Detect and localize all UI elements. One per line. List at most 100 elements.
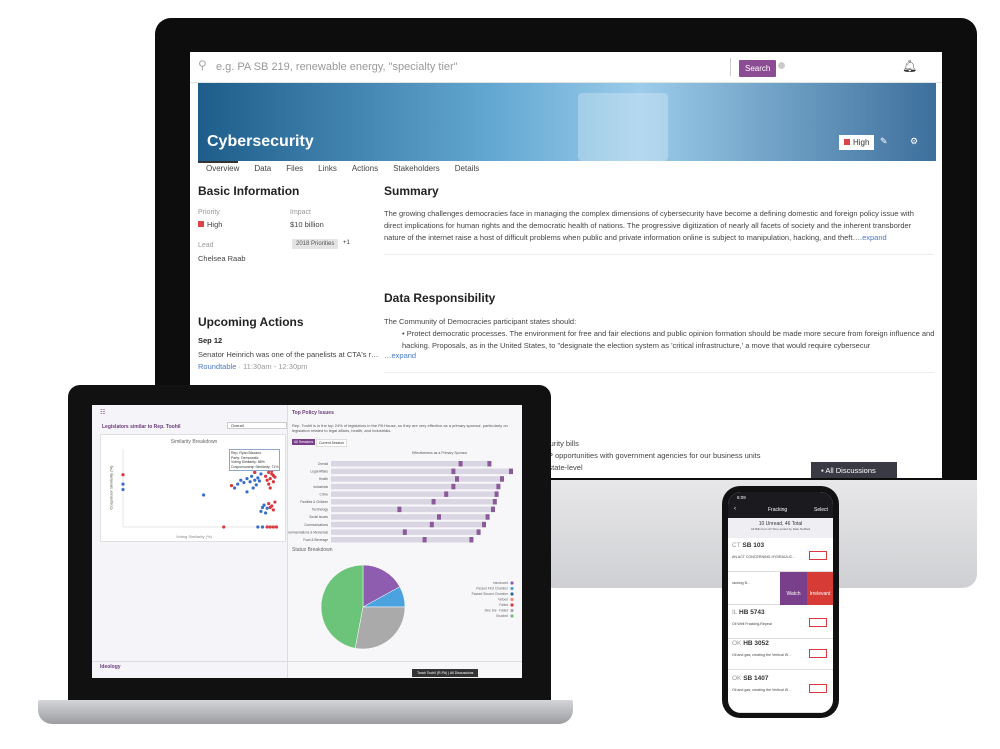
similar-title: Legislators similar to Rep. Toohil	[102, 424, 181, 430]
scatter-point	[121, 482, 125, 486]
bar-category-label: Social Issues	[309, 515, 328, 519]
bar-marker	[431, 499, 436, 505]
scatter-point	[253, 478, 257, 482]
info-icon[interactable]	[778, 62, 785, 69]
policy-text: Rep. Toohil is in the top 24% of legisla…	[292, 423, 508, 433]
bar-category-label: Industrials	[313, 485, 328, 489]
tab-current-session[interactable]: Current Session	[316, 439, 348, 447]
bar-marker	[496, 483, 501, 490]
tab-files[interactable]: Files	[286, 164, 303, 173]
policy-title: Top Policy Issues	[292, 410, 334, 416]
scatter-point	[271, 525, 275, 529]
scatter-point	[254, 483, 258, 487]
tab-actions[interactable]: Actions	[352, 164, 378, 173]
bar	[331, 491, 497, 497]
scatter-point	[233, 486, 237, 490]
bell-icon[interactable]: 🔔︎	[902, 59, 917, 73]
scatter-point	[265, 525, 269, 529]
bar-marker	[509, 468, 513, 475]
laptop-footer-bar[interactable]: Tarah Toohil (R-PA) | All Discussions	[412, 669, 479, 677]
bar	[331, 476, 502, 482]
search-input[interactable]: e.g. PA SB 219, renewable energy, "speci…	[216, 61, 458, 73]
legend-swatch	[510, 597, 514, 602]
status-time: 6:09	[737, 495, 746, 500]
legend-label: Passed Second Chamber	[472, 592, 509, 596]
scatter-point	[268, 505, 272, 510]
bar-category-label: Legal Affairs	[311, 470, 329, 474]
bar-marker	[492, 499, 497, 505]
tab-all-sessions[interactable]: All Sessions	[292, 439, 316, 445]
bar	[331, 514, 488, 520]
scatter-point	[121, 487, 125, 492]
data-resp-intro: The Community of Democracies participant…	[384, 317, 577, 326]
scatter-point	[222, 525, 226, 529]
action-text: Senator Heinrich was one of the panelist…	[198, 350, 379, 359]
tab-data[interactable]: Data	[254, 164, 271, 173]
bar-category-label: Crime	[320, 492, 329, 496]
scatter-point	[271, 473, 275, 478]
search-icon: ⚲	[198, 58, 207, 72]
data-resp-bullet: • Protect democratic processes. The envi…	[402, 329, 935, 350]
tag-more[interactable]: +1	[343, 240, 350, 246]
tab-details[interactable]: Details	[455, 164, 479, 173]
legend-swatch	[510, 608, 514, 613]
bill-list-item[interactable]: OK SB 1407 Oil and gas; creating the Vert…	[728, 672, 833, 713]
select-button[interactable]: Select	[814, 507, 828, 513]
scatter-point	[236, 482, 240, 486]
summary-text: The growing challenges democracies face …	[384, 209, 914, 242]
scatter-point	[245, 477, 249, 481]
tab-stakeholders[interactable]: Stakeholders	[393, 164, 440, 173]
legend-swatch	[510, 581, 514, 585]
overall-select[interactable]: Overall	[227, 422, 287, 429]
chart-y-axis-label: Cosponsor Similarity (%)	[108, 465, 114, 510]
phone-screen: 6:09 ‹ Fracking Select 10 Unread, 46 Tot…	[728, 492, 833, 713]
bill-list-item[interactable]: OK HB 3052 Oil and gas; creating the Vert…	[728, 637, 833, 670]
scatter-point	[248, 480, 252, 484]
scatter-card: Similarity Breakdown Voting Similarity (…	[100, 434, 286, 542]
list-icon[interactable]: ☷	[100, 409, 105, 416]
tooltip: Rep. Ryan Bizzarro Party: Democratic Votin…	[229, 449, 281, 471]
bar-marker	[469, 537, 474, 543]
all-discussions-button[interactable]: ▪ All Discussions	[811, 462, 897, 478]
bar	[331, 483, 499, 490]
gear-icon[interactable]: ⚙	[910, 136, 918, 147]
edit-icon[interactable]: ✎	[880, 136, 888, 147]
search-bar: ⚲ e.g. PA SB 219, renewable energy, "spe…	[190, 52, 942, 83]
search-button[interactable]: Search	[739, 60, 777, 77]
back-icon[interactable]: ‹	[734, 506, 736, 512]
bar-marker	[458, 461, 463, 467]
tab-overview[interactable]: Overview	[206, 164, 239, 173]
laptop-base	[38, 700, 573, 724]
irrelevant-action[interactable]: Irrelevant	[807, 572, 833, 605]
bar-marker	[487, 461, 492, 467]
pie-slice	[354, 606, 406, 650]
expand-link[interactable]: expand	[862, 233, 887, 242]
pie-slice	[320, 564, 364, 649]
bill-list-item[interactable]: IL HB 5743 Oil Well Fracking-Repeal	[728, 606, 833, 639]
policy-bar-chart: Overall Legal Affairs Health Industrials Cri…	[288, 461, 513, 543]
bar-marker	[491, 506, 495, 513]
lead-label: Lead	[198, 242, 214, 249]
bill-list-item[interactable]: CT SB 103 AN ACT CONCERNING HYDRAULIC…	[728, 539, 833, 572]
scatter-point	[260, 525, 265, 529]
action-date: Sep 12	[198, 336, 223, 345]
scatter-point	[271, 480, 275, 484]
legend-swatch	[510, 614, 514, 618]
expand-link[interactable]: …expand	[384, 350, 416, 362]
divider	[384, 254, 934, 255]
scatter-point	[273, 500, 277, 504]
bill-list-item[interactable]: racking B… Watch Irrelevant	[728, 572, 833, 605]
status-pie-chart: Introduced Passed First ChamberPassed Sec…	[320, 564, 514, 650]
watch-action[interactable]: Watch	[780, 572, 807, 605]
roundtable-link[interactable]: Roundtable	[198, 362, 236, 371]
bar	[331, 499, 495, 505]
summary-heading: Summary	[384, 184, 439, 198]
legend-label: Failed	[499, 603, 508, 607]
legend-label: Vetoed	[498, 598, 508, 602]
scatter-point	[256, 476, 260, 480]
bar-marker	[451, 483, 456, 490]
tag-chip[interactable]: 2018 Priorities	[292, 239, 339, 249]
scatter-point	[264, 511, 268, 515]
bar-marker	[402, 529, 407, 535]
tab-links[interactable]: Links	[318, 164, 337, 173]
